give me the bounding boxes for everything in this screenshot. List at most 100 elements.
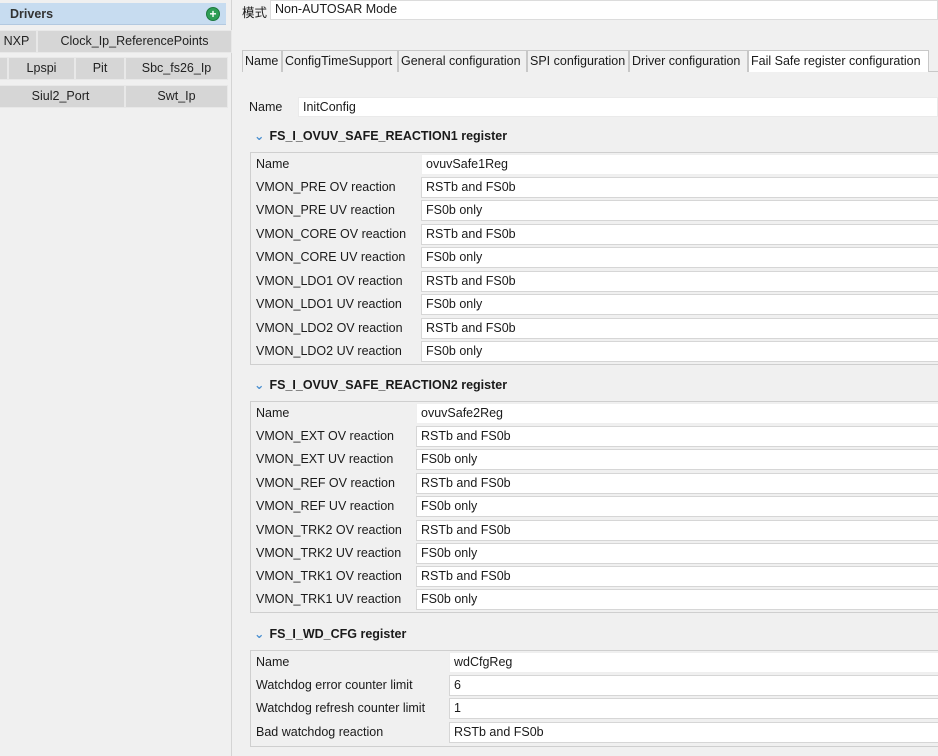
section-wd-cfg: Name wdCfgReg Watchdog error counter lim…: [250, 650, 938, 747]
reaction-select[interactable]: RSTb and FS0b: [421, 177, 938, 198]
config-name-label: Name: [249, 100, 283, 114]
register-row: VMON_REF OV reaction RSTb and FS0b: [251, 472, 938, 495]
error-counter-limit-field[interactable]: 6: [449, 675, 938, 696]
refresh-counter-limit-field[interactable]: 1: [449, 698, 938, 719]
register-row: Watchdog error counter limit 6: [251, 674, 938, 697]
register-row-label: VMON_TRK2 OV reaction: [256, 523, 402, 537]
section-header-ovuv-safe-reaction2[interactable]: ⌄ FS_I_OVUV_SAFE_REACTION2 register: [254, 377, 507, 392]
chevron-down-icon[interactable]: ⌄: [254, 627, 264, 641]
driver-item-label: Siul2_Port: [31, 89, 90, 103]
driver-item-pit[interactable]: Pit: [75, 57, 125, 80]
tab-label: General configuration: [401, 54, 521, 68]
section-header-wd-cfg[interactable]: ⌄ FS_I_WD_CFG register: [254, 626, 406, 641]
register-row-label: Name: [256, 157, 290, 171]
register-row: VMON_LDO1 UV reaction FS0b only: [251, 293, 938, 316]
register-row: VMON_PRE OV reaction RSTb and FS0b: [251, 176, 938, 199]
reaction-select[interactable]: FS0b only: [416, 589, 938, 610]
register-name-field[interactable]: ovuvSafe1Reg: [421, 154, 938, 175]
register-row-label: VMON_EXT OV reaction: [256, 429, 395, 443]
register-row-label: VMON_LDO2 OV reaction: [256, 321, 403, 335]
tab-name[interactable]: Name: [242, 50, 282, 72]
reaction-select[interactable]: RSTb and FS0b: [449, 722, 938, 743]
register-row: VMON_TRK2 OV reaction RSTb and FS0b: [251, 519, 938, 542]
register-name-field[interactable]: wdCfgReg: [449, 652, 938, 673]
config-name-value: InitConfig: [303, 100, 356, 114]
register-row-label: VMON_PRE UV reaction: [256, 203, 395, 217]
reaction-select[interactable]: RSTb and FS0b: [421, 271, 938, 292]
register-row: Bad watchdog reaction RSTb and FS0b: [251, 721, 938, 744]
tab-driver-configuration[interactable]: Driver configuration: [629, 50, 748, 72]
driver-item-label: Swt_Ip: [157, 89, 196, 103]
register-row-label: Bad watchdog reaction: [256, 725, 384, 739]
register-row: Name ovuvSafe1Reg: [251, 153, 938, 176]
section-ovuv-safe-reaction1: Name ovuvSafe1Reg VMON_PRE OV reaction R…: [250, 152, 938, 365]
register-row-label: VMON_TRK2 UV reaction: [256, 546, 402, 560]
driver-item-siul2-port[interactable]: Siul2_Port: [0, 85, 125, 108]
tab-general-configuration[interactable]: General configuration: [398, 50, 527, 72]
drivers-panel: Drivers + NXP Clock_Ip_ReferencePoints L…: [0, 0, 232, 756]
reaction-select[interactable]: RSTb and FS0b: [416, 426, 938, 447]
tab-label: ConfigTimeSupport: [285, 54, 393, 68]
tab-spi-configuration[interactable]: SPI configuration: [527, 50, 629, 72]
register-row: VMON_TRK1 OV reaction RSTb and FS0b: [251, 565, 938, 588]
tab-configtimesupport[interactable]: ConfigTimeSupport: [282, 50, 398, 72]
mode-select[interactable]: Non-AUTOSAR Mode: [270, 0, 938, 20]
tab-label: Driver configuration: [632, 54, 741, 68]
register-row: VMON_LDO2 UV reaction FS0b only: [251, 340, 938, 363]
reaction-select[interactable]: FS0b only: [416, 543, 938, 564]
register-row-label: VMON_PRE OV reaction: [256, 180, 396, 194]
reaction-select[interactable]: FS0b only: [421, 247, 938, 268]
reaction-select[interactable]: FS0b only: [421, 341, 938, 362]
reaction-select[interactable]: FS0b only: [416, 449, 938, 470]
reaction-select[interactable]: FS0b only: [421, 200, 938, 221]
section-header-ovuv-safe-reaction1[interactable]: ⌄ FS_I_OVUV_SAFE_REACTION1 register: [254, 128, 507, 143]
reaction-select[interactable]: FS0b only: [416, 496, 938, 517]
driver-item-label: Clock_Ip_ReferencePoints: [60, 34, 209, 48]
register-row: VMON_EXT OV reaction RSTb and FS0b: [251, 425, 938, 448]
driver-item-clock-ip-referencepoints[interactable]: Clock_Ip_ReferencePoints: [37, 30, 232, 53]
reaction-select[interactable]: FS0b only: [421, 294, 938, 315]
section-title: FS_I_OVUV_SAFE_REACTION1 register: [269, 129, 508, 143]
register-row: VMON_LDO2 OV reaction RSTb and FS0b: [251, 317, 938, 340]
driver-item-label: Pit: [92, 61, 108, 75]
driver-item-swt-ip[interactable]: Swt_Ip: [125, 85, 228, 108]
tab-label: Name: [245, 54, 279, 68]
driver-item-lpspi[interactable]: Lpspi: [8, 57, 75, 80]
register-row-label: VMON_REF UV reaction: [256, 499, 395, 513]
chevron-down-icon[interactable]: ⌄: [254, 378, 264, 392]
reaction-select[interactable]: RSTb and FS0b: [421, 224, 938, 245]
driver-item-partial[interactable]: [0, 57, 8, 80]
register-row-label: VMON_LDO1 UV reaction: [256, 297, 402, 311]
register-row-label: VMON_REF OV reaction: [256, 476, 395, 490]
drivers-panel-header[interactable]: Drivers +: [0, 3, 226, 25]
reaction-select[interactable]: RSTb and FS0b: [416, 520, 938, 541]
reaction-select[interactable]: RSTb and FS0b: [416, 566, 938, 587]
tab-fail-safe-register-configuration[interactable]: Fail Safe register configuration: [748, 50, 929, 73]
drivers-title: Drivers: [10, 7, 54, 21]
add-icon[interactable]: +: [206, 7, 220, 21]
register-row-label: Watchdog refresh counter limit: [256, 701, 426, 715]
driver-item-nxp[interactable]: NXP: [0, 30, 37, 53]
register-row: Name wdCfgReg: [251, 651, 938, 674]
config-name-field[interactable]: InitConfig: [298, 97, 938, 117]
register-row-label: Name: [256, 406, 290, 420]
register-row: VMON_CORE UV reaction FS0b only: [251, 246, 938, 269]
section-ovuv-safe-reaction2: Name ovuvSafe2Reg VMON_EXT OV reaction R…: [250, 401, 938, 613]
register-row: Name ovuvSafe2Reg: [251, 402, 938, 425]
register-row-label: VMON_LDO2 UV reaction: [256, 344, 402, 358]
register-row: VMON_TRK2 UV reaction FS0b only: [251, 542, 938, 565]
register-name-field[interactable]: ovuvSafe2Reg: [416, 403, 938, 424]
reaction-select[interactable]: RSTb and FS0b: [421, 318, 938, 339]
driver-item-sbc-fs26-ip[interactable]: Sbc_fs26_Ip: [125, 57, 228, 80]
driver-item-label: Sbc_fs26_Ip: [141, 61, 212, 75]
section-title: FS_I_OVUV_SAFE_REACTION2 register: [269, 378, 508, 392]
mode-label: 模式: [242, 6, 268, 20]
chevron-down-icon[interactable]: ⌄: [254, 129, 264, 143]
tab-label: Fail Safe register configuration: [751, 54, 921, 68]
driver-item-label: Lpspi: [26, 61, 57, 75]
register-row: Watchdog refresh counter limit 1: [251, 697, 938, 720]
reaction-select[interactable]: RSTb and FS0b: [416, 473, 938, 494]
register-row-label: VMON_CORE OV reaction: [256, 227, 407, 241]
register-row: VMON_LDO1 OV reaction RSTb and FS0b: [251, 270, 938, 293]
register-row-label: Watchdog error counter limit: [256, 678, 413, 692]
